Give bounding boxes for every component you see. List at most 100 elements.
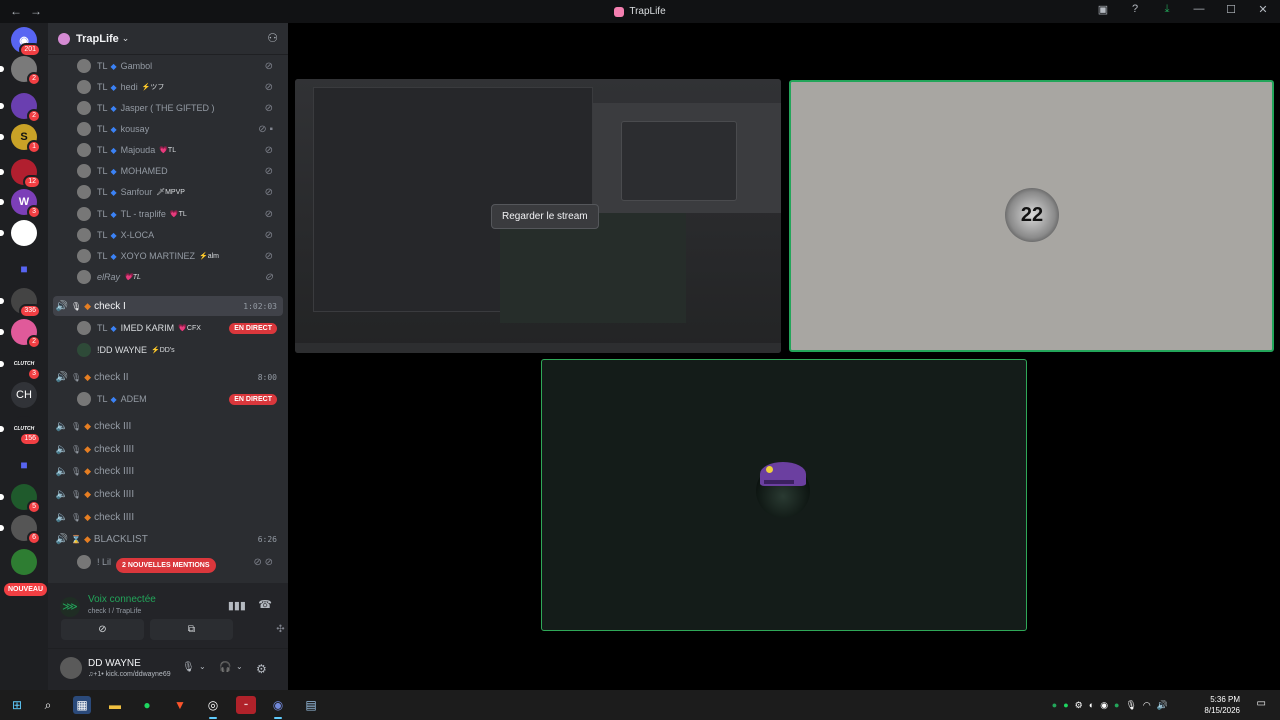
discord-icon[interactable]: ◉	[269, 696, 287, 719]
gear-icon[interactable]: ⚙	[256, 662, 267, 676]
mic-icon[interactable]: 🎙	[1125, 700, 1136, 711]
add-member-icon[interactable]: ⚇	[267, 31, 278, 45]
voice-member[interactable]: TL ◆ hedi ⚡ツフ ⊘	[77, 77, 283, 97]
inbox-icon[interactable]: ▣	[1096, 3, 1110, 16]
voice-member[interactable]: TL ◆ Majouda 💗TL ⊘	[77, 140, 283, 160]
server-icon[interactable]: 336	[0, 288, 41, 318]
server-header[interactable]: TrapLife ⌄ ⚇	[48, 23, 288, 55]
voice-member[interactable]: TL ◆ Sanfour 🗡MPVP ⊘	[77, 182, 283, 202]
voice-channel-check-i[interactable]: 🔊 🎙 ◆ check I 1:02:03	[53, 296, 283, 316]
spotify-icon[interactable]: ●	[1063, 700, 1068, 710]
tray-icon[interactable]: ●	[1114, 700, 1119, 710]
participant-tile[interactable]	[541, 359, 1027, 631]
watch-stream-button[interactable]: Regarder le stream	[491, 204, 599, 229]
store-icon[interactable]: ▦	[73, 696, 91, 714]
noise-suppression-icon[interactable]: ▮▮▮	[228, 599, 246, 612]
chevron-down-icon[interactable]: ⌄	[199, 662, 206, 671]
minimize-button[interactable]: —	[1192, 3, 1206, 16]
server-icon[interactable]: 12	[0, 159, 41, 189]
help-icon[interactable]: ?	[1128, 3, 1142, 16]
voice-connected-label[interactable]: Voix connectée	[88, 594, 156, 605]
voice-member[interactable]: elRay 💗TL ⊘	[77, 267, 283, 287]
obs-icon[interactable]: ◎	[204, 696, 222, 719]
voice-channel-check-ii[interactable]: 🔊 🎙 ◆ check II 8:00	[53, 367, 283, 387]
voice-member[interactable]: TL ◆ kousay ⊘ ▪	[77, 119, 283, 139]
diamond-icon: ◆	[84, 371, 92, 382]
voice-channel-check-iiii[interactable]: 🔈 🎙 ◆ check IIII	[53, 439, 283, 459]
headphones-icon[interactable]: 🎧	[219, 662, 231, 673]
brave-icon[interactable]: ▼	[171, 696, 189, 714]
volume-icon[interactable]: 🔊	[1157, 700, 1168, 711]
file-explorer-icon[interactable]: ▬	[106, 696, 124, 714]
server-icon[interactable]: 2	[0, 56, 41, 86]
server-icon[interactable]: 2	[0, 93, 41, 123]
notification-icon[interactable]: ▭	[1257, 698, 1266, 709]
new-servers-pill[interactable]: NOUVEAU	[4, 583, 48, 596]
voice-channel-check-iiii[interactable]: 🔈 🎙 ◆ check IIII	[53, 461, 283, 481]
windows-start-icon[interactable]: ⊞	[8, 696, 26, 714]
stream-tile[interactable]: Regarder le stream	[295, 79, 781, 353]
server-icon[interactable]: W 3	[0, 189, 41, 219]
avatar[interactable]	[60, 657, 82, 679]
calculator-icon[interactable]: ▤	[302, 696, 320, 714]
server-icon[interactable]: CLUTCH 156	[0, 416, 41, 446]
server-name: TrapLife	[76, 32, 119, 45]
clock[interactable]: 5:36 PM 8/15/2026	[1204, 694, 1240, 716]
voice-member[interactable]: TL ◆ XOYO MARTINEZ ⚡alm ⊘	[77, 246, 283, 266]
diamond-icon: ◆	[110, 103, 117, 113]
voice-member[interactable]: !DD WAYNE ⚡DD's	[77, 340, 283, 360]
voice-channel-link[interactable]: check I / TrapLife	[88, 608, 141, 615]
chevron-down-icon[interactable]: ⌄	[236, 662, 243, 671]
server-icon[interactable]: 6	[0, 515, 41, 545]
download-icon[interactable]: ⤓	[1160, 3, 1174, 16]
voice-member[interactable]: TL ◆ IMED KARIM 💗CFX EN DIRECT	[77, 318, 283, 338]
voice-member[interactable]: TL ◆ Gambol ⊘	[77, 56, 283, 76]
tray-icon[interactable]: ●	[1052, 700, 1057, 710]
app-icon[interactable]: ▪▪	[236, 696, 256, 714]
server-icon[interactable]: CLUTCH 3	[0, 351, 41, 381]
voice-channel-check-iii[interactable]: 🔈 🎙 ◆ check III	[53, 416, 283, 436]
disconnect-icon[interactable]: ☎	[258, 598, 272, 611]
voice-channel-check-iiii[interactable]: 🔈 🎙 ◆ check IIII	[53, 507, 283, 527]
tray-icon[interactable]: ◉	[1100, 700, 1108, 711]
voice-member[interactable]: TL ◆ TL - traplife 💗TL ⊘	[77, 204, 283, 224]
username[interactable]: DD WAYNE	[88, 658, 141, 669]
window-title: TrapLife	[0, 6, 1280, 17]
home-button[interactable]: ◉ 201	[11, 27, 41, 57]
avatar	[77, 207, 91, 221]
server-icon[interactable]: CH	[11, 382, 37, 408]
search-icon[interactable]: ⌕	[39, 696, 57, 714]
deafened-icon: ⊘	[264, 271, 273, 283]
voice-member[interactable]: TL ◆ ADEM EN DIRECT	[77, 389, 283, 409]
voice-panel: ⋙ Voix connectée check I / TrapLife ▮▮▮ …	[48, 583, 288, 690]
spotify-icon[interactable]: ●	[138, 696, 156, 714]
steam-icon[interactable]: ◐	[1089, 700, 1094, 710]
mic-icon[interactable]: 🎙	[182, 662, 195, 673]
server-icon[interactable]: 5	[0, 484, 41, 514]
voice-channel-check-iiii[interactable]: 🔈 🎙 ◆ check IIII	[53, 484, 283, 504]
server-icon[interactable]	[0, 220, 37, 246]
avatar	[77, 228, 91, 242]
participant-tile[interactable]: 22	[789, 80, 1274, 352]
deafened-icon: ⊘ ⊘	[253, 556, 273, 568]
screen-share-button[interactable]: ⧉	[150, 619, 233, 640]
close-button[interactable]: ✕	[1256, 3, 1270, 16]
server-icon[interactable]: 2	[0, 319, 41, 349]
server-icon[interactable]: S 1	[0, 124, 41, 154]
wifi-icon[interactable]: ◠	[1143, 700, 1151, 711]
maximize-button[interactable]: ☐	[1224, 3, 1238, 16]
voice-member[interactable]: TL ◆ Jasper ( THE GIFTED ) ⊘	[77, 98, 283, 118]
unread-badge: 156	[19, 432, 41, 446]
new-mentions-pill[interactable]: 2 NOUVELLES MENTIONS	[116, 558, 216, 573]
stream-preview	[621, 121, 737, 201]
voice-channel-blacklist[interactable]: 🔊 ⌛ ◆ BLACKLIST 6:26	[53, 529, 283, 549]
signal-icon[interactable]: ⋙	[60, 597, 80, 617]
voice-member[interactable]: TL ◆ MOHAMED ⊘	[77, 161, 283, 181]
server-icon[interactable]	[11, 549, 37, 575]
settings-icon[interactable]: ⚙	[1075, 700, 1083, 711]
folder-icon[interactable]: ■	[11, 256, 37, 282]
voice-member[interactable]: TL ◆ X-LOCA ⊘	[77, 225, 283, 245]
camera-off-button[interactable]: ⊘	[61, 619, 144, 640]
unread-badge: 12	[23, 175, 41, 189]
folder-icon[interactable]: ■	[11, 452, 37, 478]
